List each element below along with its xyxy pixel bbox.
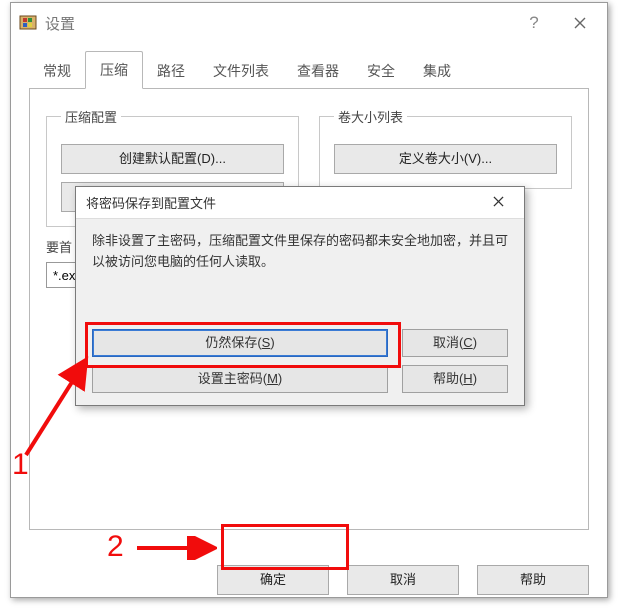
dialog-help-button[interactable]: 帮助(H) (402, 365, 508, 393)
create-default-button[interactable]: 创建默认配置(D)... (61, 144, 284, 174)
volume-group: 卷大小列表 定义卷大小(V)... (319, 107, 572, 189)
dialog-titlebar: 将密码保存到配置文件 (76, 187, 524, 219)
ok-button[interactable]: 确定 (217, 565, 329, 595)
tab-bar: 常规 压缩 路径 文件列表 查看器 安全 集成 (29, 53, 589, 89)
still-save-button[interactable]: 仍然保存(S) (92, 329, 388, 357)
help-button[interactable]: ? (511, 3, 557, 43)
tab-compress[interactable]: 压缩 (85, 51, 143, 89)
close-button[interactable] (557, 3, 603, 43)
password-save-dialog: 将密码保存到配置文件 除非设置了主密码，压缩配置文件里保存的密码都未安全地加密，… (75, 186, 525, 406)
define-volume-button[interactable]: 定义卷大小(V)... (334, 144, 557, 174)
tab-general[interactable]: 常规 (29, 53, 85, 89)
dialog-cancel-button[interactable]: 取消(C) (402, 329, 508, 357)
cancel-button[interactable]: 取消 (347, 565, 459, 595)
tab-filelist[interactable]: 文件列表 (199, 53, 283, 89)
annotation-label-2: 2 (107, 530, 124, 564)
dialog-message: 除非设置了主密码，压缩配置文件里保存的密码都未安全地加密，并且可以被访问您电脑的… (92, 231, 508, 273)
set-master-password-button[interactable]: 设置主密码(M) (92, 365, 388, 393)
dialog-close-button[interactable] (478, 195, 518, 210)
compress-config-legend: 压缩配置 (61, 107, 121, 126)
tab-security[interactable]: 安全 (353, 53, 409, 89)
tab-viewer[interactable]: 查看器 (283, 53, 353, 89)
footer-buttons: 确定 取消 帮助 (217, 565, 589, 595)
volume-legend: 卷大小列表 (334, 107, 407, 126)
titlebar: 设置 ? (11, 3, 607, 43)
dialog-title: 将密码保存到配置文件 (86, 193, 478, 212)
annotation-label-1: 1 (12, 448, 29, 482)
help-button-footer[interactable]: 帮助 (477, 565, 589, 595)
tab-path[interactable]: 路径 (143, 53, 199, 89)
tab-integration[interactable]: 集成 (409, 53, 465, 89)
window-title: 设置 (45, 13, 511, 34)
app-icon (19, 14, 37, 32)
